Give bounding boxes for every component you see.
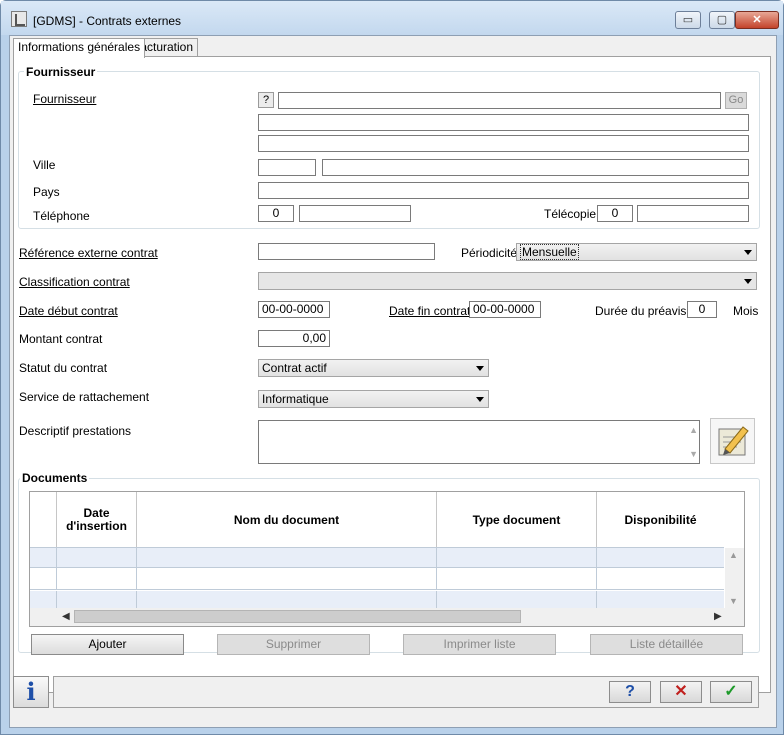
service-value: Informatique	[262, 392, 329, 406]
horizontal-scrollbar[interactable]: ◀ ▶	[30, 608, 744, 626]
column-date-insertion[interactable]: Date d'insertion	[57, 492, 137, 548]
periodicite-value: Mensuelle	[520, 244, 579, 260]
periodicite-label: Périodicité	[461, 246, 518, 260]
statut-select[interactable]: Contrat actif	[258, 359, 489, 377]
scroll-up-icon[interactable]: ▲	[729, 550, 738, 560]
documents-group-title: Documents	[20, 471, 90, 485]
chevron-down-icon	[476, 366, 484, 371]
periodicite-select[interactable]: Mensuelle	[516, 243, 757, 261]
client-area: Informations générales Facturation Fourn…	[9, 35, 777, 728]
telephone-code-field[interactable]: 0	[258, 205, 294, 222]
fournisseur-lookup-button[interactable]: ?	[258, 92, 274, 108]
pays-field[interactable]	[258, 182, 749, 199]
preavis-field[interactable]: 0	[687, 301, 717, 318]
preavis-unit: Mois	[733, 304, 759, 318]
classification-select[interactable]	[258, 272, 757, 290]
statut-label: Statut du contrat	[19, 361, 108, 375]
date-debut-field[interactable]: 00-00-0000	[258, 301, 330, 318]
chevron-down-icon	[476, 397, 484, 402]
fournisseur-go-button[interactable]: Go	[725, 92, 747, 109]
telephone-label: Téléphone	[33, 209, 90, 223]
date-debut-label[interactable]: Date début contrat	[19, 304, 118, 318]
pays-label: Pays	[33, 185, 60, 199]
info-icon: i	[26, 677, 36, 706]
descriptif-label: Descriptif prestations	[19, 424, 132, 438]
date-fin-field[interactable]: 00-00-0000	[469, 301, 541, 318]
ville-field[interactable]	[322, 159, 749, 176]
service-select[interactable]: Informatique	[258, 390, 489, 408]
montant-field[interactable]: 0,00	[258, 330, 330, 347]
window: [GDMS] - Contrats externes ▭ ▢ ✕ Informa…	[0, 0, 784, 735]
reference-externe-label[interactable]: Référence externe contrat	[19, 246, 158, 260]
maximize-button[interactable]: ▢	[709, 11, 735, 29]
table-row[interactable]	[30, 547, 724, 569]
telecopie-code-field[interactable]: 0	[597, 205, 633, 222]
scrollbar-thumb[interactable]	[74, 610, 521, 623]
title-bar: [GDMS] - Contrats externes ▭ ▢ ✕	[1, 1, 783, 35]
ok-button[interactable]: ✓	[710, 681, 752, 703]
status-bar	[53, 676, 759, 708]
service-label: Service de rattachement	[19, 390, 150, 404]
reference-externe-field[interactable]	[258, 243, 435, 260]
scroll-right-icon[interactable]: ▶	[714, 611, 722, 622]
column-disponibilite[interactable]: Disponibilité	[597, 492, 724, 548]
descriptif-textarea[interactable]: ▲ ▼	[258, 420, 700, 464]
row-header-column	[30, 492, 57, 548]
postal-code-field[interactable]	[258, 159, 316, 176]
table-row[interactable]	[30, 569, 724, 590]
tab-panel: Fournisseur Fournisseur ? Go Ville Pays …	[13, 56, 771, 693]
tab-informations-generales[interactable]: Informations générales	[13, 38, 146, 58]
edit-notes-button[interactable]	[710, 418, 755, 464]
ville-label: Ville	[33, 158, 56, 172]
minimize-button[interactable]: ▭	[675, 11, 701, 29]
fournisseur-name-field[interactable]	[278, 92, 721, 109]
help-button[interactable]: ?	[609, 681, 651, 703]
fournisseur-group-title: Fournisseur	[24, 65, 98, 79]
chevron-down-icon	[744, 250, 752, 255]
montant-label: Montant contrat	[19, 332, 103, 346]
classification-label[interactable]: Classification contrat	[19, 275, 130, 289]
fournisseur-label[interactable]: Fournisseur	[33, 92, 96, 106]
address-line1-field[interactable]	[258, 114, 749, 131]
date-fin-label[interactable]: Date fin contrat	[389, 304, 470, 318]
scroll-up-icon[interactable]: ▲	[689, 423, 698, 438]
liste-detaillee-button[interactable]: Liste détaillée	[590, 634, 743, 655]
statut-value: Contrat actif	[262, 361, 327, 375]
app-icon	[11, 11, 27, 27]
notepad-pencil-icon	[718, 426, 749, 456]
scroll-down-icon[interactable]: ▼	[689, 447, 698, 462]
imprimer-liste-button[interactable]: Imprimer liste	[403, 634, 556, 655]
scroll-down-icon[interactable]: ▼	[729, 596, 738, 606]
chevron-down-icon	[744, 279, 752, 284]
column-nom-document[interactable]: Nom du document	[137, 492, 437, 548]
address-line2-field[interactable]	[258, 135, 749, 152]
telecopie-field[interactable]	[637, 205, 749, 222]
supprimer-button[interactable]: Supprimer	[217, 634, 370, 655]
ajouter-button[interactable]: Ajouter	[31, 634, 184, 655]
vertical-scrollbar[interactable]: ▲ ▼	[725, 548, 744, 608]
cancel-button[interactable]: ✕	[660, 681, 702, 703]
documents-table: Date d'insertion Nom du document Type do…	[29, 491, 745, 627]
column-type-document[interactable]: Type document	[437, 492, 597, 548]
preavis-label: Durée du préavis	[595, 304, 687, 318]
close-button[interactable]: ✕	[735, 11, 779, 29]
scroll-left-icon[interactable]: ◀	[62, 611, 70, 622]
telephone-field[interactable]	[299, 205, 411, 222]
window-title: [GDMS] - Contrats externes	[33, 14, 182, 28]
telecopie-label: Télécopie	[544, 207, 597, 221]
info-button[interactable]: i	[13, 676, 49, 708]
